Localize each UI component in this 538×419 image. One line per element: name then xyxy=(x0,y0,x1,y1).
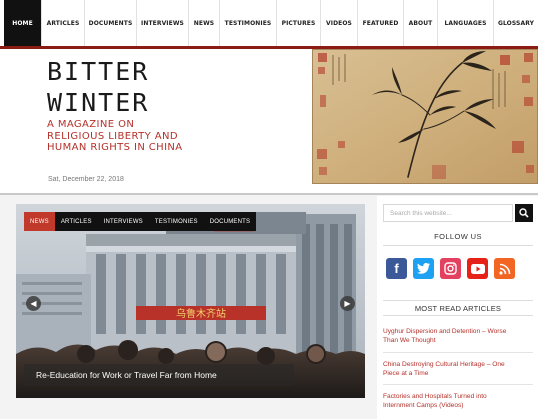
arrow-right-icon: ▶ xyxy=(344,299,351,308)
nav-testimonies[interactable]: TESTIMONIES xyxy=(220,0,277,46)
top-nav: HOME ARTICLES DOCUMENTS INTERVIEWS NEWS … xyxy=(0,0,538,49)
instagram-glyph xyxy=(444,262,457,275)
most-read-article-2[interactable]: China Destroying Cultural Heritage – One… xyxy=(383,360,533,378)
nav-languages[interactable]: LANGUAGES xyxy=(438,0,494,46)
site-header: BITTER WINTER A MAGAZINE ON RELIGIOUS LI… xyxy=(0,49,538,195)
article-title-line: Factories and Hospitals Turned into xyxy=(383,393,487,400)
header-painting xyxy=(312,49,538,184)
slider-tab-interviews[interactable]: INTERVIEWS xyxy=(98,212,149,231)
slider-tab-documents[interactable]: DOCUMENTS xyxy=(204,212,256,231)
nav-pictures[interactable]: PICTURES xyxy=(277,0,321,46)
search-button[interactable] xyxy=(515,204,533,222)
article-title-line: Piece at a Time xyxy=(383,370,429,377)
slider-tab-articles[interactable]: ARTICLES xyxy=(55,212,98,231)
nav-documents[interactable]: DOCUMENTS xyxy=(85,0,137,46)
nav-featured[interactable]: FEATURED xyxy=(358,0,404,46)
nav-home[interactable]: HOME xyxy=(4,0,42,46)
slider-tab-testimonies[interactable]: TESTIMONIES xyxy=(149,212,204,231)
article-title-line: Than We Thought xyxy=(383,337,436,344)
most-read-heading: MOST READ ARTICLES xyxy=(383,300,533,316)
nav-interviews[interactable]: INTERVIEWS xyxy=(137,0,189,46)
arrow-left-icon: ◀ xyxy=(30,299,37,308)
featured-slider[interactable]: ████ 乌鲁木齐站 NEWS ARTICLES INTERVIEWS TEST… xyxy=(16,204,365,398)
youtube-icon[interactable] xyxy=(467,258,488,279)
sidebar: Search this website... FOLLOW US f MOST … xyxy=(377,196,538,419)
search-input[interactable]: Search this website... xyxy=(383,204,513,222)
youtube-glyph xyxy=(470,263,485,274)
site-tagline: A MAGAZINE ON RELIGIOUS LIBERTY AND HUMA… xyxy=(47,119,183,154)
divider xyxy=(383,384,533,385)
slider-prev-button[interactable]: ◀ xyxy=(26,296,41,311)
logo-line-2: WINTER xyxy=(47,88,150,117)
follow-us-heading: FOLLOW US xyxy=(383,230,533,246)
most-read-article-3[interactable]: Factories and Hospitals Turned into Inte… xyxy=(383,392,533,410)
site-logo[interactable]: BITTER WINTER xyxy=(47,56,149,118)
tagline-line-2: RELIGIOUS LIBERTY AND xyxy=(47,130,178,142)
facebook-icon[interactable]: f xyxy=(386,258,407,279)
nav-glossary[interactable]: GLOSSARY xyxy=(494,0,538,46)
slider-tab-news[interactable]: NEWS xyxy=(24,212,55,231)
nav-videos[interactable]: VIDEOS xyxy=(321,0,358,46)
nav-articles[interactable]: ARTICLES xyxy=(42,0,85,46)
tagline-line-3: HUMAN RIGHTS IN CHINA xyxy=(47,142,183,153)
search-icon xyxy=(519,208,529,218)
twitter-bird-shape xyxy=(417,263,430,274)
current-date: Sat, December 22, 2018 xyxy=(48,176,124,183)
twitter-icon[interactable] xyxy=(413,258,434,279)
station-sign-chinese: 乌鲁木齐站 xyxy=(176,307,226,320)
instagram-icon[interactable] xyxy=(440,258,461,279)
slider-tabs: NEWS ARTICLES INTERVIEWS TESTIMONIES DOC… xyxy=(24,212,257,231)
article-title-line: Internment Camps (Videos) xyxy=(383,402,464,409)
nav-news[interactable]: NEWS xyxy=(189,0,220,46)
divider xyxy=(383,352,533,353)
rss-icon[interactable] xyxy=(494,258,515,279)
tagline-line-1: A MAGAZINE ON xyxy=(47,119,135,130)
article-title-line: Uyghur Dispersion and Detention – Worse xyxy=(383,328,507,335)
nav-about[interactable]: ABOUT xyxy=(404,0,438,46)
slide-caption[interactable]: Re-Education for Work or Travel Far from… xyxy=(24,364,294,386)
article-title-line: China Destroying Cultural Heritage – One xyxy=(383,361,505,368)
slider-next-button[interactable]: ▶ xyxy=(340,296,355,311)
rss-glyph xyxy=(498,263,510,275)
most-read-article-1[interactable]: Uyghur Dispersion and Detention – Worse … xyxy=(383,327,533,345)
logo-line-1: BITTER xyxy=(47,57,150,86)
